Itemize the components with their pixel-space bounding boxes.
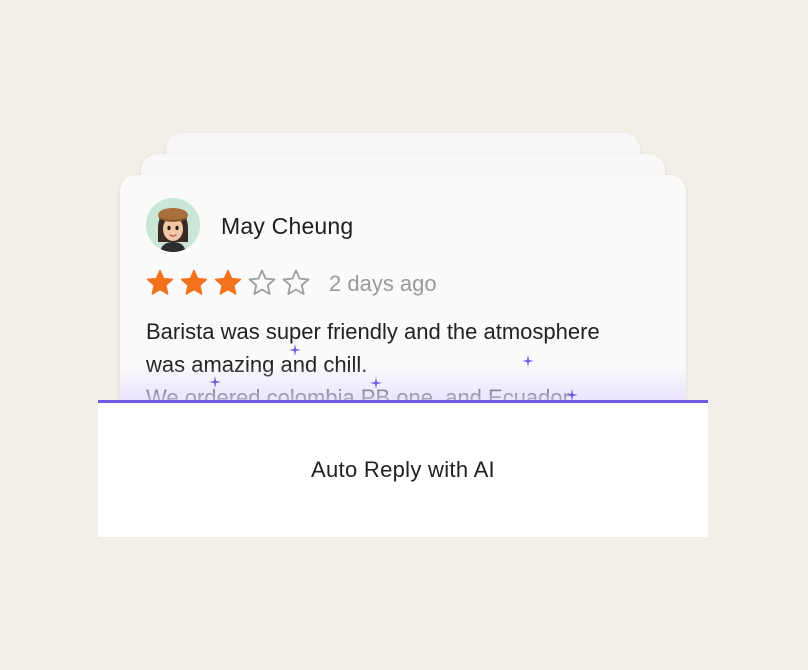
star-filled-icon (146, 269, 174, 295)
review-text-line: was amazing and chill. (146, 352, 368, 377)
sparkle-icon (209, 376, 221, 388)
auto-reply-panel: Auto Reply with AI (98, 400, 708, 537)
auto-reply-button[interactable]: Auto Reply with AI (98, 403, 708, 537)
sparkle-icon (289, 344, 301, 356)
star-empty-icon (282, 269, 310, 295)
star-filled-icon (180, 269, 208, 295)
review-timestamp: 2 days ago (329, 271, 437, 296)
star-rating (145, 268, 311, 298)
memoji-avatar-icon (146, 198, 200, 252)
sparkle-icon (522, 355, 534, 367)
review-text-line: Barista was super friendly and the atmos… (146, 319, 600, 344)
review-reply-widget: May Cheung 2 days ago Barista was super … (0, 0, 808, 670)
reviewer-name: May Cheung (221, 213, 354, 239)
reviewer-avatar (146, 198, 200, 252)
star-empty-icon (248, 269, 276, 295)
star-filled-icon (214, 269, 242, 295)
sparkle-icon (370, 377, 382, 389)
